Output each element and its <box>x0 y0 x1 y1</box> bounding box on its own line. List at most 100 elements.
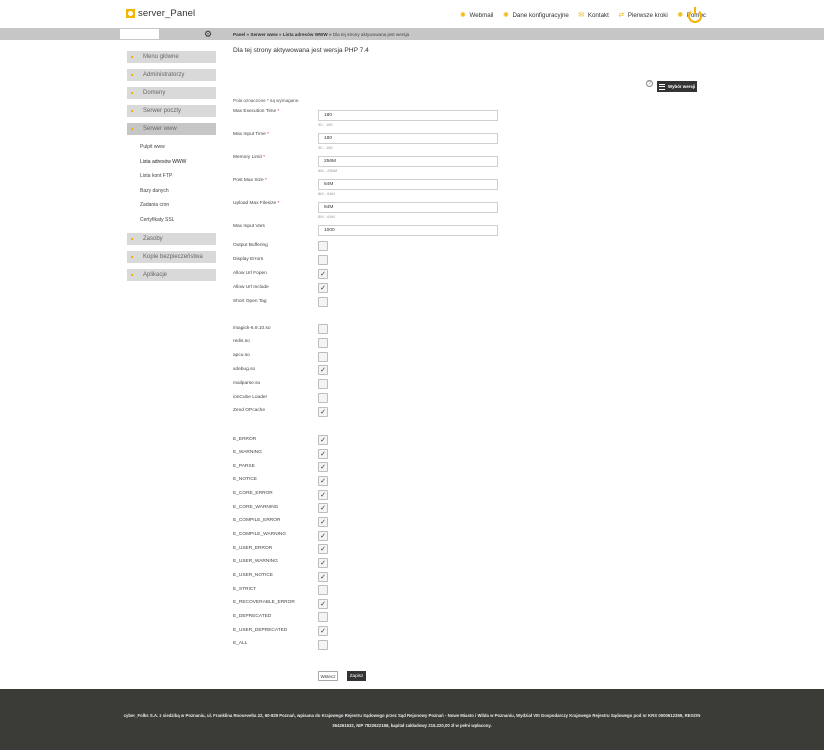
error-level-label: E_STRICT <box>233 586 257 592</box>
upload-max-filesize-input[interactable]: 64M <box>318 202 498 213</box>
error-level-label: E_RECOVERABLE_ERROR <box>233 600 295 606</box>
error-level-checkbox[interactable]: ✓ <box>318 516 328 527</box>
extension-checkbox[interactable]: ✓ <box>318 406 328 417</box>
checkmark-icon: ✓ <box>320 464 326 472</box>
top-nav: ✺ Webmail ✺ Dane konfiguracyjne ✉ Kontak… <box>459 12 706 19</box>
error-level-checkbox[interactable]: ✓ <box>318 626 328 637</box>
extension-label: apcu.so <box>233 353 250 359</box>
sidebar: Menu główne Administratorzy Domeny Serwe… <box>127 51 216 287</box>
option-checkbox[interactable] <box>318 241 328 251</box>
webmail-icon: ✺ <box>460 12 466 19</box>
error-level-checkbox[interactable]: ✓ <box>318 557 328 568</box>
option-checkbox[interactable] <box>318 297 328 307</box>
sidebar-search-input[interactable] <box>120 29 159 39</box>
sidebar-subitem-zadania-cron[interactable]: Zadania cron <box>127 198 216 213</box>
extension-label: ionCube Loader <box>233 394 268 400</box>
error-level-checkbox[interactable] <box>318 612 328 623</box>
nav-contact[interactable]: ✉ Kontakt <box>578 12 609 19</box>
field-label-text: Memory Limit <box>233 155 262 160</box>
sidebar-item-serwer-poczty[interactable]: Serwer poczty <box>127 105 216 117</box>
help-icon[interactable]: ? <box>646 80 653 87</box>
gear-icon[interactable]: ⚙ <box>204 28 212 40</box>
logo[interactable]: server_Panel <box>126 8 195 19</box>
power-icon[interactable] <box>688 7 702 23</box>
back-button[interactable]: Wstecz <box>318 671 338 681</box>
error-level-checkbox[interactable]: ✓ <box>318 598 328 609</box>
error-level-label: E_USER_DEPRECATED <box>233 627 288 633</box>
sidebar-item-menu-glowne[interactable]: Menu główne <box>127 51 216 63</box>
checkmark-icon: ✓ <box>320 518 326 526</box>
checkmark-icon: ✓ <box>320 628 326 636</box>
extension-checkbox[interactable] <box>318 393 328 403</box>
breadcrumb-serwer-www[interactable]: Serwer www <box>250 32 277 37</box>
error-level-checkbox[interactable]: ✓ <box>318 489 328 500</box>
nav-config[interactable]: ✺ Dane konfiguracyjne <box>502 12 569 19</box>
field-label-max-input-time: Max Input Time * <box>233 132 269 137</box>
max-input-time-input[interactable]: 180 <box>318 133 498 144</box>
checkmark-icon: ✓ <box>320 573 326 581</box>
sidebar-item-aplikacje[interactable]: Aplikacje <box>127 269 216 281</box>
extension-checkbox[interactable] <box>318 324 328 334</box>
sidebar-item-serwer-www[interactable]: Serwer www <box>127 123 216 135</box>
checkmark-icon: ✓ <box>320 271 326 278</box>
extension-checkbox[interactable] <box>318 379 328 390</box>
sidebar-subitem-pulpit-www[interactable]: Pulpit www <box>127 140 216 155</box>
breadcrumb-panel[interactable]: Panel <box>233 32 245 37</box>
sidebar-item-administratorzy[interactable]: Administratorzy <box>127 69 216 81</box>
sidebar-subitem-certyfikaty-ssl[interactable]: Certyfikaty SSL <box>127 213 216 228</box>
error-level-checkbox[interactable]: ✓ <box>318 475 328 486</box>
error-level-label: E_DEPRECATED <box>233 613 272 619</box>
field-label-memory-limit: Memory Limit * <box>233 155 265 160</box>
error-level-checkbox[interactable]: ✓ <box>318 544 328 555</box>
extension-label: redis.so <box>233 339 250 345</box>
sidebar-subitem-lista-adresow[interactable]: Lista adresów WWW <box>127 155 216 170</box>
logo-mark-icon <box>126 9 135 18</box>
error-level-label: E_USER_ERROR <box>233 545 273 551</box>
error-level-label: E_ERROR <box>233 436 257 442</box>
required-mark: * <box>263 155 266 160</box>
breadcrumb-lista-adresow[interactable]: Lista adresów WWW <box>283 32 328 37</box>
error-level-checkbox[interactable]: ✓ <box>318 435 328 445</box>
checkmark-icon: ✓ <box>320 367 326 375</box>
field-label-upload-max-filesize: Upload Max Filesize * <box>233 201 279 206</box>
field-label-max-input-vars: Max Input Vars <box>233 224 265 229</box>
sidebar-subitem-bazy-danych[interactable]: Bazy danych <box>127 184 216 199</box>
version-select-button[interactable]: Wybór wersji <box>657 81 697 92</box>
extension-label: Zend OPcache <box>233 408 265 414</box>
error-level-checkbox[interactable]: ✓ <box>318 503 328 514</box>
checkmark-icon: ✓ <box>320 532 326 540</box>
nav-label: Kontakt <box>587 12 609 19</box>
error-level-checkbox[interactable]: ✓ <box>318 462 328 473</box>
extension-checkbox[interactable]: ✓ <box>318 365 328 376</box>
error-level-checkbox[interactable] <box>318 585 328 596</box>
option-checkbox[interactable]: ✓ <box>318 283 328 293</box>
nav-webmail[interactable]: ✺ Webmail <box>459 12 493 19</box>
memory-limit-input[interactable]: 256M <box>318 156 498 167</box>
error-level-checkbox[interactable] <box>318 639 328 650</box>
extension-checkbox[interactable] <box>318 351 328 362</box>
error-level-checkbox[interactable]: ✓ <box>318 530 328 541</box>
field-label-text: Max Input Time <box>233 132 266 137</box>
save-button[interactable]: Zapisz <box>347 671 366 681</box>
nav-first-steps[interactable]: ⇄ Pierwsze kroki <box>618 12 667 19</box>
sidebar-item-zasoby[interactable]: Zasoby <box>127 233 216 245</box>
max-input-vars-input[interactable]: 1000 <box>318 225 498 236</box>
option-checkbox[interactable] <box>318 255 328 265</box>
sidebar-subitem-lista-kont-ftp[interactable]: Lista kont FTP <box>127 169 216 184</box>
error-level-checkbox[interactable]: ✓ <box>318 571 328 582</box>
max-execution-time-input[interactable]: 180 <box>318 110 498 121</box>
option-checkbox[interactable]: ✓ <box>318 269 328 279</box>
sidebar-item-kopie-bezpieczenstwa[interactable]: Kopie bezpieczeństwa <box>127 251 216 263</box>
checkmark-icon: ✓ <box>320 491 326 499</box>
checkmark-icon: ✓ <box>320 477 326 485</box>
error-level-checkbox[interactable]: ✓ <box>318 448 328 459</box>
field-hint: 8M - 256M <box>318 168 338 173</box>
breadcrumb-current: Dla tej strony aktywowana jest wersja <box>332 31 410 37</box>
field-label-text: Post Max Size <box>233 178 264 183</box>
sidebar-item-domeny[interactable]: Domeny <box>127 87 216 99</box>
extension-checkbox[interactable] <box>318 337 328 348</box>
field-hint: 8M - 64M <box>318 191 335 196</box>
error-level-label: E_COMPILE_WARNING <box>233 532 287 538</box>
steps-icon: ⇄ <box>618 12 625 19</box>
post-max-size-input[interactable]: 64M <box>318 179 498 190</box>
